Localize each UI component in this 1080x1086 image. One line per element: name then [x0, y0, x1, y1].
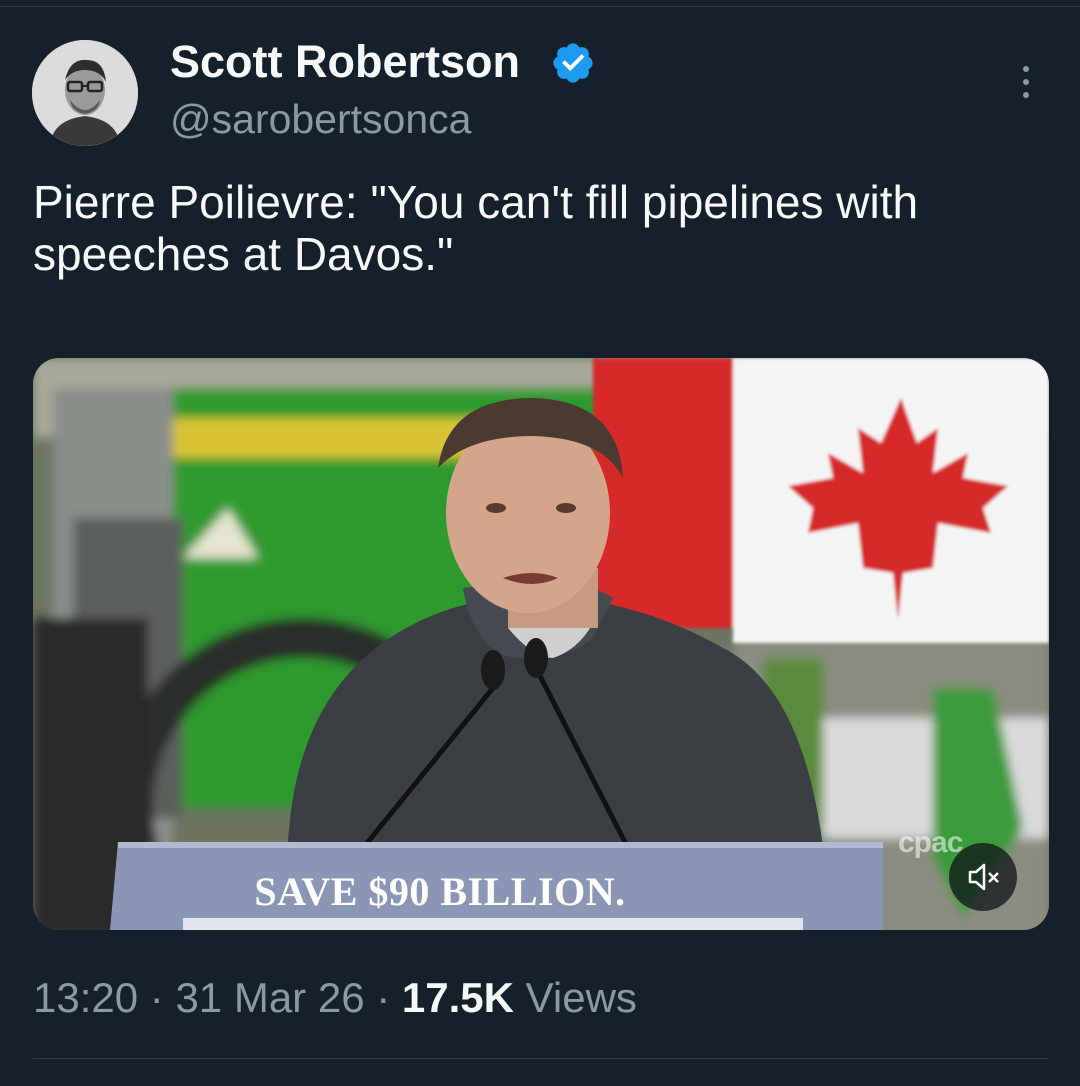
volume-muted-icon[interactable]	[949, 843, 1017, 911]
podium-sign-text: SAVE $90 BILLION.	[254, 869, 626, 914]
author-display-name[interactable]: Scott Robertson	[170, 38, 520, 86]
cpac-watermark: cpac	[898, 826, 963, 859]
meta-separator: ·	[149, 974, 164, 1021]
views-label: Views	[525, 974, 637, 1021]
tweet-meta: 13:20 · 31 Mar 26 · 17.5K Views	[33, 972, 637, 1024]
verified-badge-icon	[553, 43, 593, 83]
tweet-date[interactable]: 31 Mar 26	[175, 974, 364, 1021]
avatar[interactable]	[32, 40, 138, 146]
bottom-divider	[33, 1058, 1049, 1059]
more-options-icon[interactable]	[1004, 60, 1048, 104]
tweet-text: Pierre Poilievre: "You can't fill pipeli…	[33, 176, 919, 280]
tweet-time[interactable]: 13:20	[33, 974, 138, 1021]
views-count[interactable]: 17.5K	[402, 974, 514, 1021]
meta-separator: ·	[376, 974, 391, 1021]
tweet-video[interactable]	[33, 358, 1049, 930]
top-divider	[0, 6, 1080, 7]
author-handle[interactable]: @sarobertsonca	[170, 96, 471, 142]
